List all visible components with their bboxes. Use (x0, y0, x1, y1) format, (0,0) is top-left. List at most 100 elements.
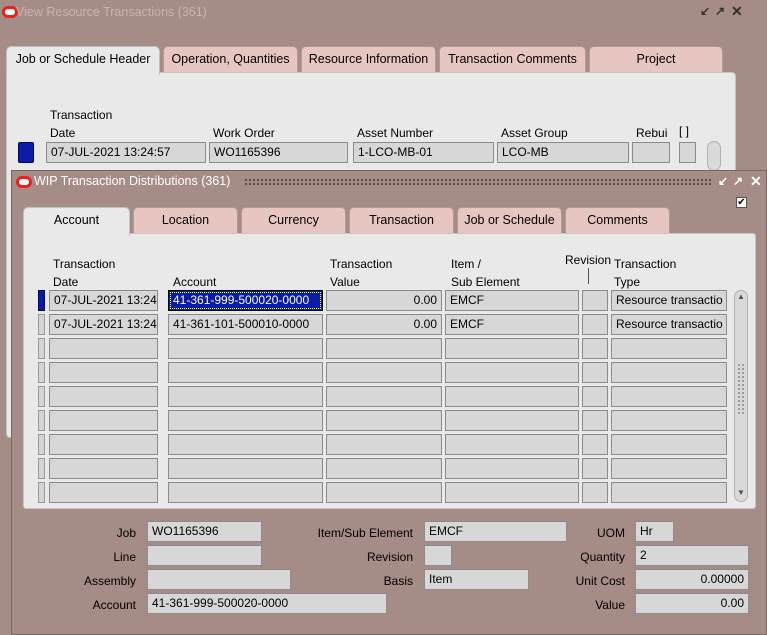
account-cell[interactable] (168, 458, 323, 479)
row-indicator[interactable] (38, 290, 45, 311)
back-transaction-date-field[interactable]: 07-JUL-2021 13:24:57 (46, 142, 206, 163)
transaction-date-cell[interactable] (49, 434, 158, 455)
account-cell[interactable] (168, 362, 323, 383)
transaction-date-cell[interactable]: 07-JUL-2021 13:24 (49, 314, 158, 335)
folder-checkbox[interactable]: ✔ (736, 197, 747, 208)
tab-currency[interactable]: Currency (241, 207, 346, 233)
transaction-value-cell[interactable] (326, 482, 442, 503)
scroll-thumb-grip[interactable] (737, 363, 745, 415)
transaction-value-cell[interactable] (326, 410, 442, 431)
job-field[interactable]: WO1165396 (147, 521, 262, 542)
tab-comments[interactable]: Comments (565, 207, 670, 233)
item-cell[interactable]: EMCF (445, 314, 579, 335)
transaction-value-cell[interactable] (326, 338, 442, 359)
account-cell[interactable] (168, 434, 323, 455)
row-indicator[interactable] (38, 386, 45, 407)
tab-project[interactable]: Project (589, 46, 723, 72)
tab-job-or-schedule-header[interactable]: Job or Schedule Header (6, 46, 160, 75)
scroll-up-icon[interactable]: ▲ (737, 292, 745, 301)
row-indicator[interactable] (38, 338, 45, 359)
tab-location[interactable]: Location (133, 207, 238, 233)
minimize-icon[interactable]: ↙ (718, 174, 728, 188)
transaction-value-cell[interactable] (326, 362, 442, 383)
transaction-value-cell[interactable] (326, 434, 442, 455)
back-rebuild-field[interactable] (632, 142, 670, 163)
transaction-type-cell[interactable] (611, 458, 727, 479)
revision-cell[interactable] (582, 434, 608, 455)
maximize-icon[interactable]: ↗ (733, 174, 743, 188)
back-window-titlebar[interactable]: View Resource Transactions (361) ↙ ↗ ✕ (0, 0, 767, 24)
transaction-value-cell[interactable]: 0.00 (326, 290, 442, 311)
row-indicator[interactable] (38, 314, 45, 335)
transaction-date-cell[interactable] (49, 362, 158, 383)
unit-cost-field[interactable]: 0.00000 (635, 569, 749, 590)
account-cell[interactable] (168, 410, 323, 431)
front-window-titlebar[interactable]: WIP Transaction Distributions (361) ↙ ↗ … (12, 171, 766, 193)
uom-field[interactable]: Hr (635, 521, 674, 542)
tab-transaction[interactable]: Transaction (349, 207, 454, 233)
transaction-date-cell[interactable] (49, 386, 158, 407)
transaction-date-cell[interactable]: 07-JUL-2021 13:24 (49, 290, 158, 311)
account-cell[interactable]: 41-361-999-500020-0000 (168, 290, 323, 311)
transaction-date-cell[interactable] (49, 410, 158, 431)
row-indicator[interactable] (38, 458, 45, 479)
close-icon[interactable]: ✕ (750, 173, 762, 190)
item-cell[interactable] (445, 482, 579, 503)
transaction-type-cell[interactable] (611, 338, 727, 359)
maximize-icon[interactable]: ↗ (715, 4, 725, 18)
close-icon[interactable]: ✕ (731, 3, 743, 20)
back-rebuild-checkbox[interactable] (679, 142, 696, 163)
transaction-type-cell[interactable] (611, 482, 727, 503)
account-cell[interactable] (168, 338, 323, 359)
record-indicator-current[interactable] (18, 142, 34, 163)
item-cell[interactable] (445, 362, 579, 383)
transaction-type-cell[interactable] (611, 362, 727, 383)
revision-cell[interactable] (582, 482, 608, 503)
transaction-date-cell[interactable] (49, 458, 158, 479)
row-indicator[interactable] (38, 410, 45, 431)
item-cell[interactable]: EMCF (445, 290, 579, 311)
transaction-type-cell[interactable] (611, 386, 727, 407)
transaction-date-cell[interactable] (49, 338, 158, 359)
account-cell[interactable] (168, 482, 323, 503)
item-cell[interactable] (445, 458, 579, 479)
tab-job-or-schedule[interactable]: Job or Schedule (457, 207, 562, 233)
account-cell[interactable] (168, 386, 323, 407)
back-asset-group-field[interactable]: LCO-MB (497, 142, 629, 163)
back-scrollbar[interactable] (707, 141, 721, 171)
account-field[interactable]: 41-361-999-500020-0000 (147, 593, 387, 614)
revision-cell[interactable] (582, 314, 608, 335)
tab-operation-quantities[interactable]: Operation, Quantities (163, 46, 298, 72)
revision-cell[interactable] (582, 458, 608, 479)
item-cell[interactable] (445, 410, 579, 431)
scroll-down-icon[interactable]: ▼ (737, 488, 745, 497)
back-work-order-field[interactable]: WO1165396 (209, 142, 348, 163)
transaction-type-cell[interactable]: Resource transactio (611, 290, 727, 311)
minimize-icon[interactable]: ↙ (700, 4, 710, 18)
revision-field[interactable] (424, 545, 452, 566)
tab-account[interactable]: Account (23, 207, 130, 236)
value-field[interactable]: 0.00 (635, 593, 749, 614)
transaction-type-cell[interactable]: Resource transactio (611, 314, 727, 335)
tab-resource-information[interactable]: Resource Information (301, 46, 436, 72)
transaction-type-cell[interactable] (611, 410, 727, 431)
revision-cell[interactable] (582, 410, 608, 431)
transaction-type-cell[interactable] (611, 434, 727, 455)
item-cell[interactable] (445, 338, 579, 359)
revision-cell[interactable] (582, 386, 608, 407)
line-field[interactable] (147, 545, 262, 566)
transaction-date-cell[interactable] (49, 482, 158, 503)
tab-transaction-comments[interactable]: Transaction Comments (439, 46, 586, 72)
quantity-field[interactable]: 2 (635, 545, 749, 566)
row-indicator[interactable] (38, 482, 45, 503)
row-indicator[interactable] (38, 434, 45, 455)
account-cell[interactable]: 41-361-101-500010-0000 (168, 314, 323, 335)
item-cell[interactable] (445, 434, 579, 455)
transaction-value-cell[interactable] (326, 386, 442, 407)
transaction-value-cell[interactable]: 0.00 (326, 314, 442, 335)
assembly-field[interactable] (147, 569, 291, 590)
revision-cell[interactable] (582, 290, 608, 311)
distributions-scrollbar[interactable]: ▲ ▼ (734, 290, 748, 502)
transaction-value-cell[interactable] (326, 458, 442, 479)
revision-cell[interactable] (582, 338, 608, 359)
